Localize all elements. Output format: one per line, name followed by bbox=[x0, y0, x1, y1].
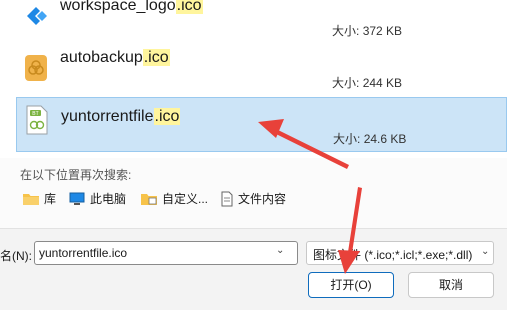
filename-input[interactable] bbox=[34, 241, 298, 265]
search-results-list: workspace_logo.ico 大小: 372 KB autobackup… bbox=[0, 0, 507, 158]
file-type-selected: 图标文件 (*.ico;*.icl;*.exe;*.dll) bbox=[313, 248, 473, 262]
cancel-button[interactable]: 取消 bbox=[408, 272, 494, 298]
open-button[interactable]: 打开(O) bbox=[308, 272, 394, 298]
result-file-name: autobackup.ico bbox=[60, 49, 170, 66]
search-again-title: 在以下位置再次搜索: bbox=[20, 168, 132, 182]
chevron-down-icon[interactable]: ⌄ bbox=[481, 246, 489, 257]
search-location-this-pc[interactable]: 此电脑 bbox=[68, 190, 126, 210]
search-location-custom[interactable]: 自定义... bbox=[140, 190, 208, 210]
autobackup-icon bbox=[25, 55, 47, 81]
search-location-library[interactable]: 库 bbox=[22, 190, 56, 210]
filename-label: 名(N): bbox=[0, 249, 32, 263]
search-again-panel: 在以下位置再次搜索: 库 此电脑 自定义... 文件内容 bbox=[0, 158, 507, 228]
chevron-down-icon[interactable]: ⌄ bbox=[276, 245, 284, 256]
search-location-file-content[interactable]: 文件内容 bbox=[220, 190, 286, 210]
result-file-size: 大小: 372 KB bbox=[332, 24, 403, 38]
torrent-file-icon: BT bbox=[26, 105, 48, 135]
workspace-logo-icon bbox=[27, 7, 47, 25]
result-file-size: 大小: 244 KB bbox=[332, 76, 403, 90]
result-file-size: 大小: 24.6 KB bbox=[333, 132, 407, 146]
result-file-name: yuntorrentfile.ico bbox=[61, 108, 181, 125]
dialog-footer: 名(N): ⌄ 图标文件 (*.ico;*.icl;*.exe;*.dll) ⌄… bbox=[0, 228, 507, 310]
file-type-select[interactable]: 图标文件 (*.ico;*.icl;*.exe;*.dll) bbox=[306, 241, 494, 265]
result-item-autobackup[interactable]: autobackup.ico 大小: 244 KB bbox=[16, 46, 507, 96]
result-file-name: workspace_logo.ico bbox=[60, 0, 203, 15]
result-item-yuntorrentfile[interactable]: BT yuntorrentfile.ico 大小: 24.6 KB bbox=[16, 97, 507, 152]
custom-folder-icon bbox=[141, 193, 157, 205]
file-content-icon bbox=[221, 191, 233, 206]
this-pc-icon bbox=[69, 192, 85, 205]
svg-text:BT: BT bbox=[32, 111, 38, 117]
result-item-workspace-logo[interactable]: workspace_logo.ico 大小: 372 KB bbox=[16, 0, 507, 44]
library-folder-icon bbox=[23, 193, 39, 205]
